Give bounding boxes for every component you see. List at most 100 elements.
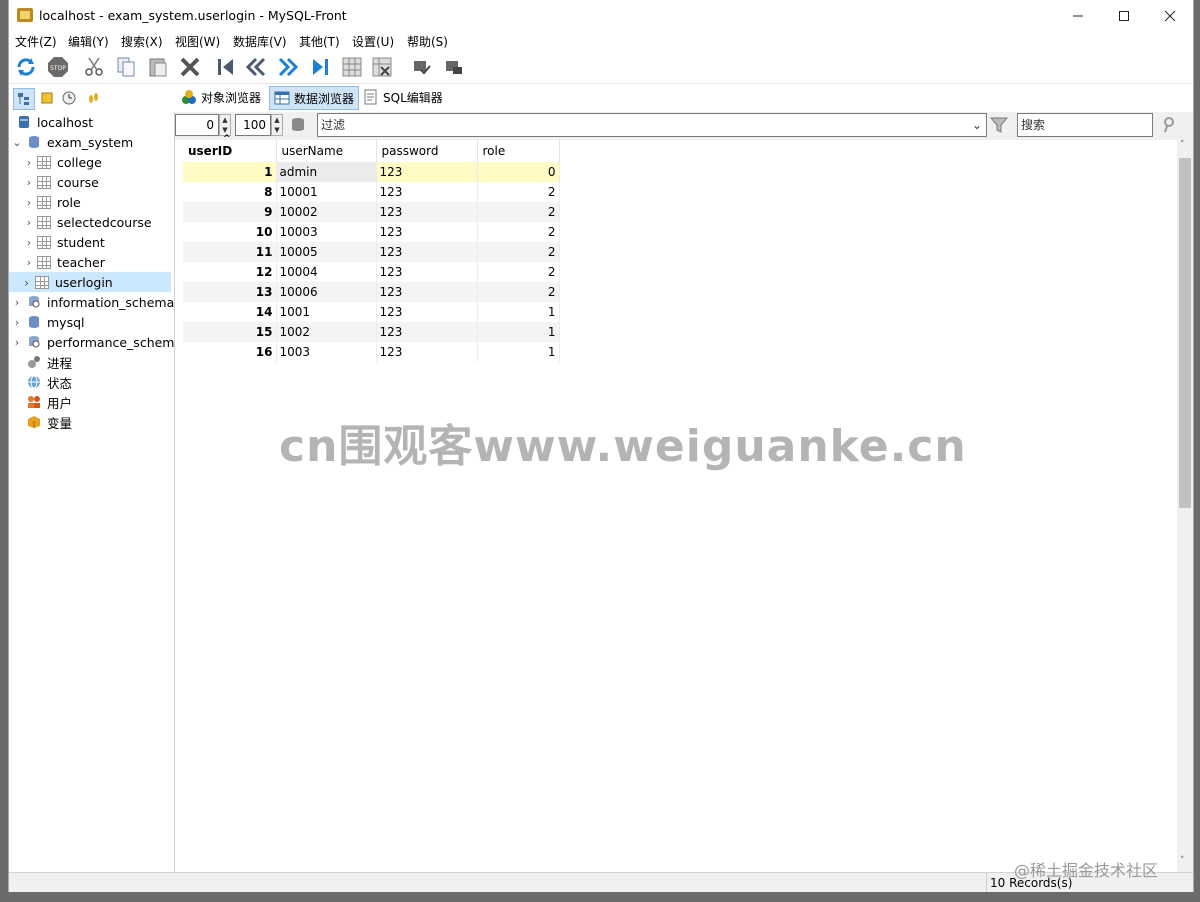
cell-role[interactable]: 2 — [477, 242, 560, 262]
search-input[interactable]: 搜索 — [1017, 113, 1153, 137]
table-row[interactable]: 13 10006 123 2 — [183, 282, 560, 302]
cell-role[interactable]: 2 — [477, 182, 560, 202]
cell-role[interactable]: 2 — [477, 282, 560, 302]
menu-edit[interactable]: 编辑(Y) — [68, 33, 109, 50]
chevron-right-icon[interactable]: › — [24, 152, 34, 172]
cell-username[interactable]: 10004 — [276, 262, 377, 282]
tree-root-localhost[interactable]: localhost — [17, 112, 93, 132]
scroll-down-icon[interactable]: ˅ — [1180, 856, 1185, 866]
filter-button[interactable] — [989, 115, 1009, 138]
scrollbar-thumb[interactable] — [1179, 158, 1191, 508]
filter-input[interactable]: 过滤 ⌄ — [317, 113, 987, 137]
cell-username[interactable]: 10002 — [276, 202, 377, 222]
menu-other[interactable]: 其他(T) — [299, 33, 340, 50]
sql-history-button[interactable] — [83, 88, 103, 108]
chevron-right-icon[interactable]: › — [24, 212, 34, 232]
close-button[interactable] — [1147, 0, 1193, 31]
tree-table-userlogin[interactable]: › userlogin — [9, 272, 171, 292]
chevron-right-icon[interactable]: › — [24, 232, 34, 252]
copy-button[interactable] — [113, 54, 139, 80]
delete-button[interactable] — [177, 54, 203, 80]
refresh-button[interactable] — [13, 54, 39, 80]
cell-username[interactable]: 1003 — [276, 342, 377, 362]
tree-db-mysql[interactable]: mysql — [27, 312, 85, 332]
paste-button[interactable] — [145, 54, 171, 80]
cell-username[interactable]: 10005 — [276, 242, 377, 262]
cell-userid[interactable]: 16 — [183, 342, 277, 362]
tree-table-college[interactable]: college — [37, 152, 102, 172]
chevron-down-icon[interactable]: ⌄ — [972, 114, 982, 136]
minimize-button[interactable] — [1055, 0, 1101, 31]
scroll-up-icon[interactable]: ˄ — [1180, 140, 1185, 150]
table-row[interactable]: 1 admin 123 0 — [183, 162, 560, 182]
cell-username[interactable]: 1001 — [276, 302, 377, 322]
tree-table-student[interactable]: student — [37, 232, 105, 252]
column-header-userid[interactable]: userID ^ — [183, 134, 277, 162]
cut-button[interactable] — [81, 54, 107, 80]
menu-file[interactable]: 文件(Z) — [15, 33, 57, 50]
cell-username[interactable]: 10006 — [276, 282, 377, 302]
menu-view[interactable]: 视图(W) — [175, 33, 220, 50]
cell-userid[interactable]: 11 — [183, 242, 277, 262]
offset-input[interactable]: 0 — [175, 114, 219, 136]
cell-userid[interactable]: 1 — [183, 162, 277, 182]
cell-userid[interactable]: 12 — [183, 262, 277, 282]
chevron-right-icon[interactable]: › — [17, 275, 29, 290]
tree-table-course[interactable]: course — [37, 172, 99, 192]
stop-button[interactable]: STOP — [45, 54, 71, 80]
cell-role[interactable]: 2 — [477, 262, 560, 282]
column-header-username[interactable]: userName — [276, 140, 377, 162]
vertical-scrollbar[interactable]: ˄ ˅ — [1177, 140, 1193, 872]
cell-role[interactable]: 1 — [477, 322, 560, 342]
post-button[interactable] — [409, 54, 435, 80]
tree-table-teacher[interactable]: teacher — [37, 252, 105, 272]
cell-role[interactable]: 0 — [477, 162, 560, 182]
cell-role[interactable]: 1 — [477, 302, 560, 322]
bookmark-view-button[interactable] — [37, 88, 57, 108]
offset-spinner[interactable]: ▲ ▼ — [219, 114, 231, 136]
tree-db-performance-schema[interactable]: performance_schema — [27, 332, 182, 352]
tree-processes[interactable]: 进程 — [27, 352, 72, 372]
cell-userid[interactable]: 13 — [183, 282, 277, 302]
tree-table-role[interactable]: role — [37, 192, 81, 212]
cell-password[interactable]: 123 — [376, 222, 478, 242]
cell-password[interactable]: 123 — [376, 262, 478, 282]
tree-db-information-schema[interactable]: information_schema — [27, 292, 174, 312]
last-record-button[interactable] — [307, 54, 333, 80]
cell-password[interactable]: 123 — [376, 162, 478, 182]
delete-record-button[interactable] — [369, 54, 395, 80]
cell-password[interactable]: 123 — [376, 242, 478, 262]
chevron-right-icon[interactable]: › — [24, 252, 34, 272]
limit-input[interactable]: 100 — [235, 114, 271, 136]
menu-search[interactable]: 搜索(X) — [121, 33, 163, 50]
cell-username[interactable]: 1002 — [276, 322, 377, 342]
search-button[interactable] — [1161, 116, 1177, 137]
table-row[interactable]: 11 10005 123 2 — [183, 242, 560, 262]
cancel-edit-button[interactable] — [441, 54, 467, 80]
cell-userid[interactable]: 15 — [183, 322, 277, 342]
cell-userid[interactable]: 10 — [183, 222, 277, 242]
column-header-role[interactable]: role — [477, 140, 560, 162]
tab-data-browser[interactable]: 数据浏览器 — [269, 86, 360, 110]
menu-database[interactable]: 数据库(V) — [233, 33, 287, 50]
cell-userid[interactable]: 14 — [183, 302, 277, 322]
cell-password[interactable]: 123 — [376, 202, 478, 222]
cell-role[interactable]: 2 — [477, 202, 560, 222]
menu-settings[interactable]: 设置(U) — [352, 33, 394, 50]
cell-password[interactable]: 123 — [376, 282, 478, 302]
cell-username[interactable]: 10001 — [276, 182, 377, 202]
cell-password[interactable]: 123 — [376, 342, 478, 362]
table-row[interactable]: 15 1002 123 1 — [183, 322, 560, 342]
cell-username[interactable]: admin — [276, 162, 377, 182]
table-row[interactable]: 9 10002 123 2 — [183, 202, 560, 222]
next-button[interactable] — [275, 54, 301, 80]
history-view-button[interactable] — [59, 88, 79, 108]
menu-help[interactable]: 帮助(S) — [407, 33, 448, 50]
table-row[interactable]: 16 1003 123 1 — [183, 342, 560, 362]
tab-object-browser[interactable]: 对象浏览器 — [177, 86, 265, 108]
chevron-right-icon[interactable]: › — [12, 292, 22, 312]
column-header-password[interactable]: password — [376, 140, 478, 162]
tree-variables[interactable]: 变量 — [27, 412, 72, 432]
cell-userid[interactable]: 8 — [183, 182, 277, 202]
cell-password[interactable]: 123 — [376, 322, 478, 342]
